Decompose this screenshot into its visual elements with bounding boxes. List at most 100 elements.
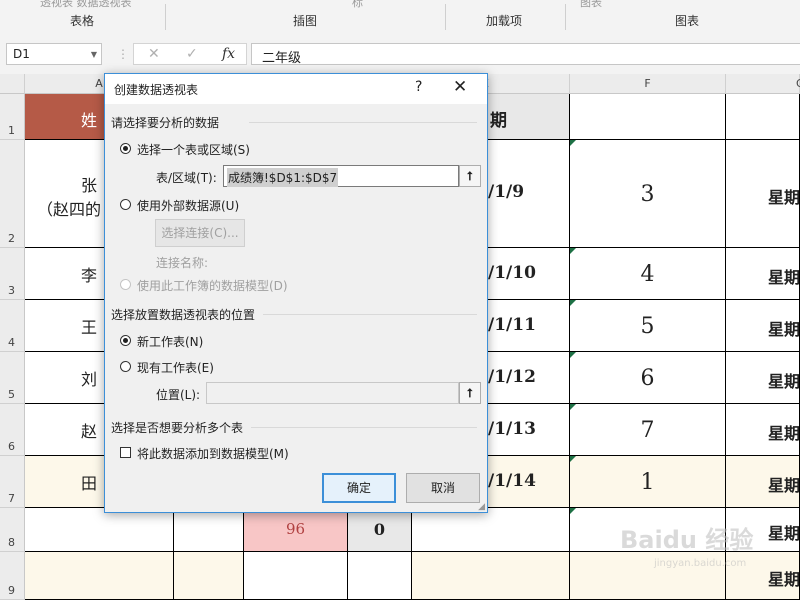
range-input-value: 成绩簿!$D$1:$D$7 <box>227 168 339 187</box>
row-header[interactable]: 5 <box>0 352 25 404</box>
arrow-up-icon: ⭡ <box>467 386 473 400</box>
cell-b8[interactable] <box>174 508 244 552</box>
insert-function-icon[interactable]: fx <box>222 46 235 62</box>
cell-f6[interactable]: 7 <box>570 404 726 456</box>
cell-f2[interactable]: 3 <box>570 140 726 248</box>
cell-f4[interactable]: 5 <box>570 300 726 352</box>
radio-external-source[interactable] <box>120 199 131 210</box>
add-to-data-model-label[interactable]: 将此数据添加到数据模型(M) <box>137 445 289 462</box>
error-indicator <box>570 300 576 306</box>
chevron-down-icon[interactable]: ▼ <box>91 50 97 59</box>
select-all-corner[interactable] <box>0 74 25 94</box>
error-indicator <box>570 352 576 358</box>
error-indicator <box>570 404 576 410</box>
dialog-title: 创建数据透视表 <box>114 83 199 97</box>
collapse-location-button[interactable]: ⭡ <box>459 382 481 404</box>
row-header[interactable]: 2 <box>0 140 25 248</box>
section-divider <box>251 427 477 428</box>
ok-button[interactable]: 确定 <box>322 473 396 503</box>
name-box-value: D1 <box>13 47 30 61</box>
error-indicator <box>570 508 576 514</box>
create-pivottable-dialog: 创建数据透视表 ? ✕ 请选择要分析的数据 选择一个表或区域(S) 表/区域(T… <box>104 73 488 513</box>
ribbon-fragment: 透视表 数据透视表 <box>40 0 132 9</box>
radio-new-worksheet[interactable] <box>120 335 131 346</box>
ribbon-group-illustrations[interactable]: 插图 <box>293 12 317 29</box>
section-divider <box>249 122 477 123</box>
column-header-f[interactable]: F <box>570 74 726 94</box>
cell-e8[interactable] <box>412 508 570 552</box>
row-header[interactable]: 4 <box>0 300 25 352</box>
cell-g1[interactable] <box>726 94 800 140</box>
radio-select-range-label[interactable]: 选择一个表或区域(S) <box>137 141 250 158</box>
cell-d9[interactable] <box>348 552 412 600</box>
radio-existing-worksheet-label[interactable]: 现有工作表(E) <box>137 359 214 376</box>
collapse-range-button[interactable]: ⭡ <box>459 165 481 187</box>
radio-select-range[interactable] <box>120 143 131 154</box>
radio-external-source-label[interactable]: 使用外部数据源(U) <box>137 197 239 214</box>
cell-g3[interactable]: 星期 <box>726 248 800 300</box>
location-label: 位置(L): <box>156 388 201 402</box>
close-icon[interactable]: ✕ <box>453 77 467 97</box>
cell-f1[interactable] <box>570 94 726 140</box>
cell-f5[interactable]: 6 <box>570 352 726 404</box>
row-header[interactable]: 7 <box>0 456 25 508</box>
ribbon-group-charts[interactable]: 图表 <box>675 12 699 29</box>
section-multiple-tables: 选择是否想要分析多个表 <box>111 421 244 435</box>
cell-g5[interactable]: 星期 <box>726 352 800 404</box>
enter-icon[interactable]: ✓ <box>186 46 198 62</box>
column-header-g[interactable]: G <box>726 74 800 94</box>
cell-g6[interactable]: 星期 <box>726 404 800 456</box>
formula-buttons: ✕ ✓ fx <box>133 43 247 65</box>
choose-connection-button[interactable]: 选择连接(C)... <box>155 219 245 247</box>
location-input[interactable] <box>206 382 459 404</box>
range-input[interactable]: 成绩簿!$D$1:$D$7 <box>223 165 459 187</box>
cell-c9[interactable] <box>244 552 348 600</box>
cell-g4[interactable]: 星期 <box>726 300 800 352</box>
add-to-data-model-checkbox[interactable] <box>120 447 131 458</box>
formula-bar: D1 ▼ ⋮ ✕ ✓ fx 二年级 <box>0 34 800 75</box>
cell-a8[interactable] <box>25 508 174 552</box>
row-header[interactable]: 9 <box>0 552 25 600</box>
cell-e9[interactable] <box>412 552 570 600</box>
help-icon[interactable]: ? <box>415 79 422 95</box>
cell-a9[interactable] <box>25 552 174 600</box>
error-indicator <box>570 248 576 254</box>
section-divider <box>263 314 477 315</box>
radio-data-model-label[interactable]: 使用此工作簿的数据模型(D) <box>137 277 288 294</box>
watermark-logo: Baidu 经验 <box>620 526 754 554</box>
ribbon: 透视表 数据透视表 标 图表 表格 插图 加载项 图表 <box>0 0 800 35</box>
row-header[interactable]: 8 <box>0 508 25 552</box>
ribbon-group-tables[interactable]: 表格 <box>70 12 94 29</box>
row-header[interactable]: 1 <box>0 94 25 140</box>
cell-d8[interactable]: 0 <box>348 508 412 552</box>
dialog-titlebar[interactable]: 创建数据透视表 ? ✕ <box>105 74 487 104</box>
error-indicator <box>570 140 576 146</box>
cancel-icon[interactable]: ✕ <box>148 46 160 62</box>
cell-f3[interactable]: 4 <box>570 248 726 300</box>
watermark: Baidu 经验 jingyan.baidu.com <box>620 520 780 580</box>
watermark-url: jingyan.baidu.com <box>654 558 747 569</box>
ribbon-fragment: 标 <box>352 0 363 9</box>
radio-existing-worksheet[interactable] <box>120 361 131 372</box>
cell-b9[interactable] <box>174 552 244 600</box>
row-header[interactable]: 3 <box>0 248 25 300</box>
ribbon-group-addins[interactable]: 加载项 <box>486 12 522 29</box>
cell-f7[interactable]: 1 <box>570 456 726 508</box>
cell-g7[interactable]: 星期 <box>726 456 800 508</box>
cell-c8[interactable]: 96 <box>244 508 348 552</box>
more-icon[interactable]: ⋮ <box>117 47 129 61</box>
error-indicator <box>570 456 576 462</box>
resize-grip-icon[interactable]: ◢ <box>478 502 485 512</box>
radio-data-model[interactable] <box>120 279 131 290</box>
row-header[interactable]: 6 <box>0 404 25 456</box>
name-box[interactable]: D1 ▼ <box>6 43 102 65</box>
radio-new-worksheet-label[interactable]: 新工作表(N) <box>137 333 203 350</box>
cell-g2[interactable]: 星期 <box>726 140 800 248</box>
ribbon-fragment: 图表 <box>580 0 602 9</box>
formula-input[interactable]: 二年级 <box>251 43 800 66</box>
ribbon-divider <box>165 4 166 30</box>
range-label: 表/区域(T): <box>156 171 217 185</box>
arrow-up-icon: ⭡ <box>467 169 473 183</box>
ribbon-divider <box>565 4 566 30</box>
cancel-button[interactable]: 取消 <box>406 473 480 503</box>
